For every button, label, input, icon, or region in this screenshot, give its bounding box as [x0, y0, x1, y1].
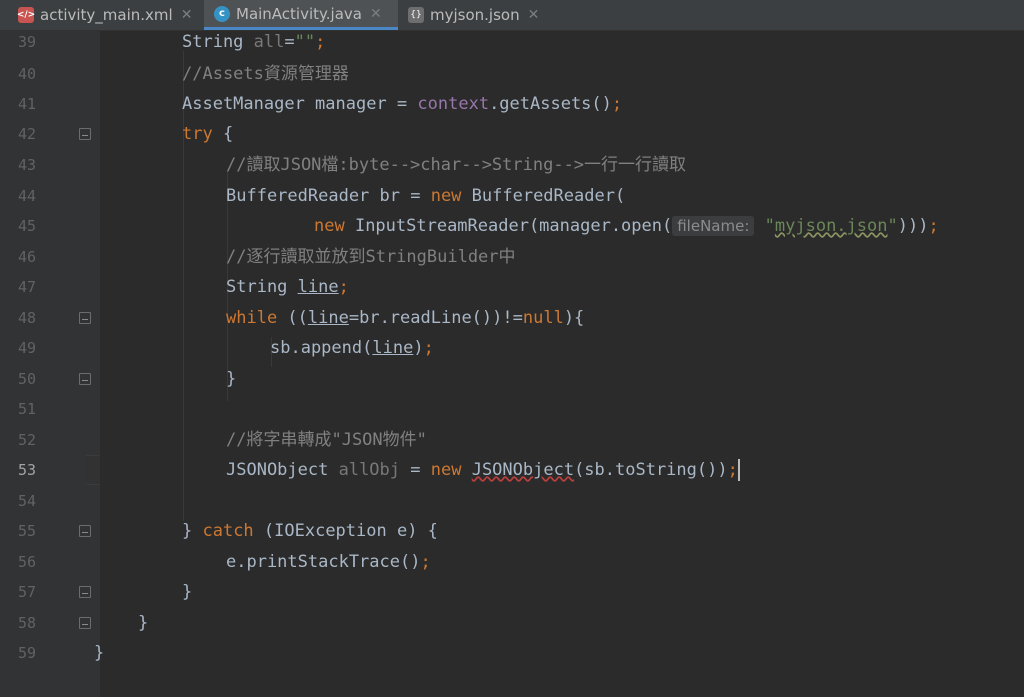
json-file-icon: {}: [408, 7, 424, 23]
line-number: 51: [17, 400, 36, 418]
line-number: 43: [17, 156, 36, 174]
close-icon[interactable]: ✕: [181, 7, 193, 23]
line-number: 57: [17, 583, 36, 601]
text-caret: [737, 459, 740, 481]
code-line-45: new InputStreamReader(manager.open(fileN…: [314, 216, 939, 236]
editor-tab-bar: </> activity_main.xml ✕ c MainActivity.j…: [0, 0, 1024, 31]
tab-myjson-json[interactable]: {} myjson.json ✕: [402, 0, 552, 30]
line-number: 52: [17, 431, 36, 449]
fold-icon[interactable]: [79, 312, 91, 324]
line-number: 39: [17, 33, 36, 51]
line-number: 54: [17, 492, 36, 510]
line-number: 46: [17, 248, 36, 266]
code-line-56: e.printStackTrace();: [226, 552, 431, 572]
parameter-hint: fileName:: [672, 216, 755, 236]
code-line-52: //將字串轉成"JSON物件": [226, 430, 427, 450]
code-line-40: //Assets資源管理器: [182, 64, 349, 84]
line-number: 50: [17, 370, 36, 388]
code-line-39: String all="";: [182, 32, 326, 52]
fold-icon[interactable]: [79, 617, 91, 629]
code-line-49: sb.append(line);: [270, 338, 434, 358]
code-line-42: try {: [182, 124, 234, 144]
code-line-41: AssetManager manager = context.getAssets…: [182, 94, 623, 114]
tab-label: MainActivity.java: [236, 4, 362, 23]
line-number: 48: [17, 309, 36, 327]
code-line-44: BufferedReader br = new BufferedReader(: [226, 186, 626, 206]
current-line-number: 53: [17, 461, 36, 479]
code-line-58: }: [138, 613, 149, 633]
code-line-48: while ((line=br.readLine())!=null){: [226, 308, 585, 328]
xml-file-icon: </>: [17, 7, 35, 23]
line-number: 41: [17, 95, 36, 113]
line-number: 45: [17, 217, 36, 235]
java-class-icon: c: [214, 5, 230, 22]
code-line-55: } catch (IOException e) {: [182, 521, 438, 541]
fold-icon[interactable]: [79, 525, 91, 537]
tab-label: activity_main.xml: [40, 6, 173, 24]
line-number: 58: [17, 614, 36, 632]
code-line-53: JSONObject allObj = new JSONObject(sb.to…: [226, 459, 740, 481]
code-line-50: }: [226, 369, 237, 389]
line-number: 55: [17, 522, 36, 540]
fold-icon[interactable]: [79, 373, 91, 385]
code-line-59: }: [94, 643, 105, 663]
fold-icon[interactable]: [79, 128, 91, 140]
code-line-57: }: [182, 582, 193, 602]
line-number: 47: [17, 278, 36, 296]
line-number: 42: [17, 125, 36, 143]
fold-icon[interactable]: [79, 586, 91, 598]
line-number: 56: [17, 553, 36, 571]
line-number: 40: [17, 65, 36, 83]
line-number: 44: [17, 187, 36, 205]
tab-activity-main-xml[interactable]: </> activity_main.xml ✕: [0, 0, 200, 30]
tab-main-activity-java[interactable]: c MainActivity.java ✕: [204, 0, 398, 30]
line-number-gutter[interactable]: 39 40 41 42 43 44 45 46 47 48 49 50 51 5…: [0, 31, 100, 697]
code-line-46: //逐行讀取並放到StringBuilder中: [226, 247, 516, 267]
tab-label: myjson.json: [430, 6, 520, 24]
close-icon[interactable]: ✕: [528, 7, 540, 23]
line-number: 59: [17, 644, 36, 662]
code-line-47: String line;: [226, 277, 349, 297]
close-icon[interactable]: ✕: [370, 6, 382, 22]
line-number: 49: [17, 339, 36, 357]
code-editor[interactable]: String all=""; //Assets資源管理器 AssetManage…: [94, 31, 1024, 697]
code-line-43: //讀取JSON檔:byte-->char-->String-->一行一行讀取: [226, 155, 687, 175]
